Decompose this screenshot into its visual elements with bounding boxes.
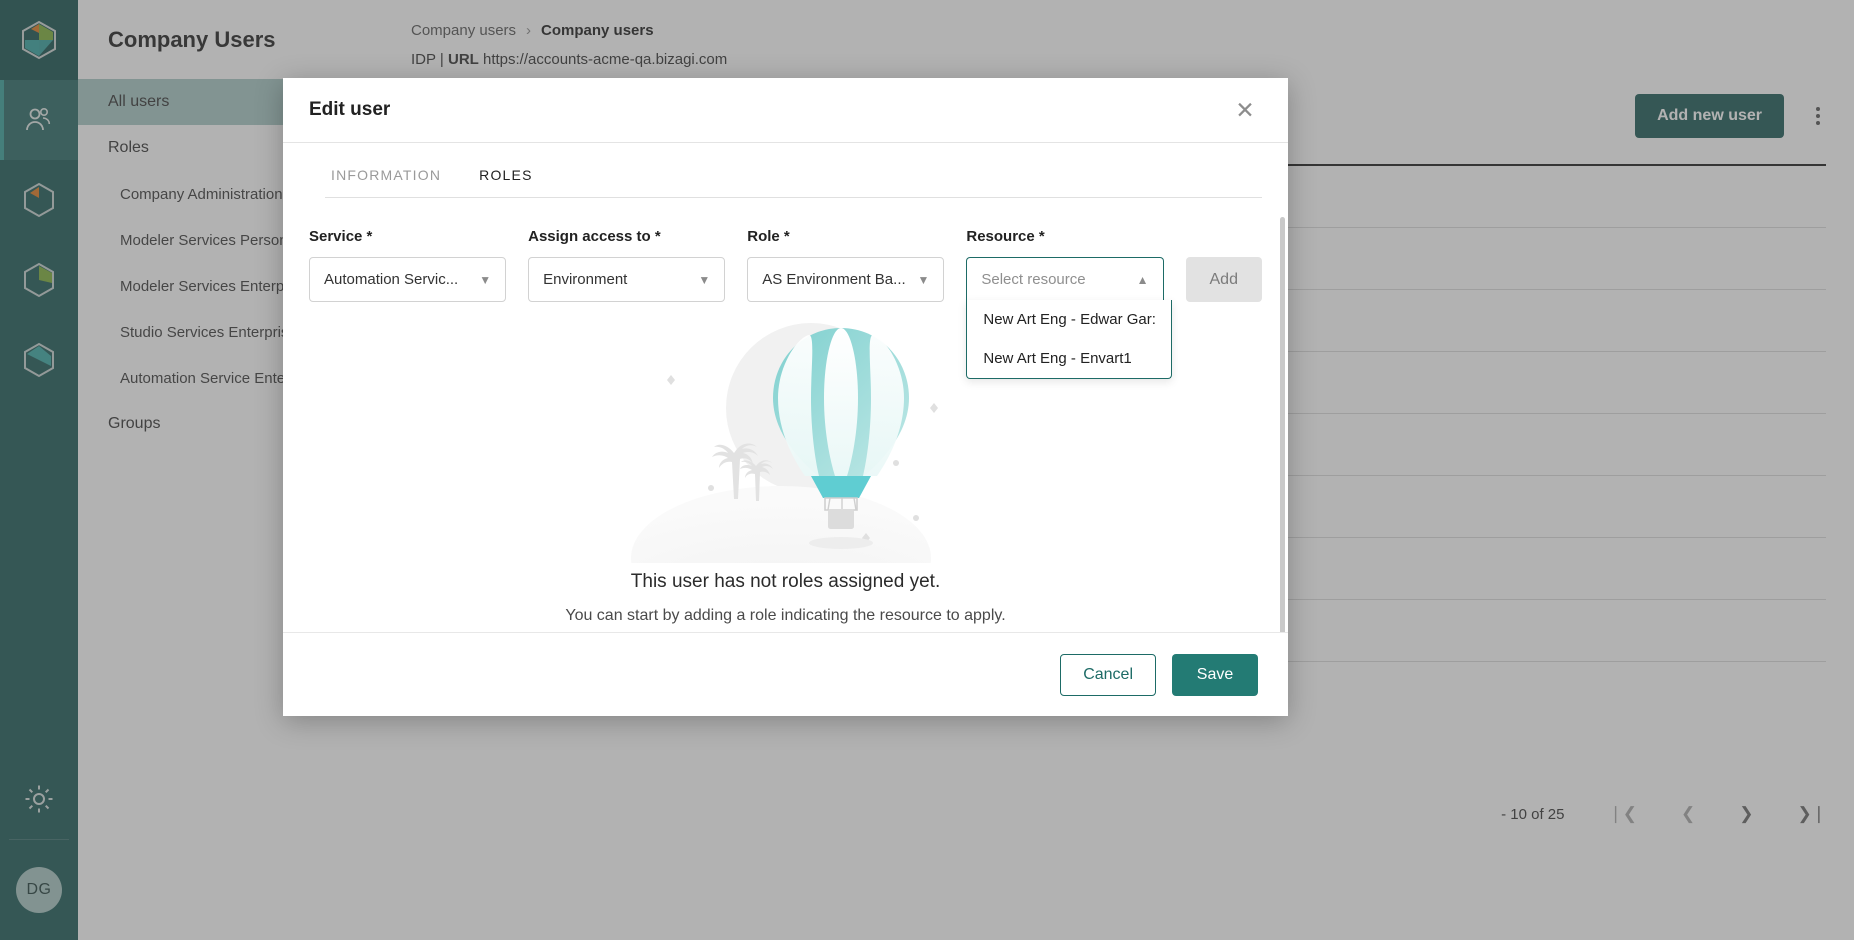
cancel-button[interactable]: Cancel (1060, 653, 1156, 696)
role-assignment-form: Service * Automation Servic... ▼ Assign … (283, 198, 1288, 379)
service-value: Automation Servic... (324, 271, 459, 288)
edit-user-modal: Edit user ✕ INFORMATION ROLES Service * … (283, 78, 1288, 716)
service-field: Service * Automation Servic... ▼ (309, 228, 507, 302)
chevron-down-icon: ▼ (917, 272, 930, 287)
assign-access-field: Assign access to * Environment ▼ (528, 228, 726, 302)
modal-scrollbar[interactable] (1280, 217, 1285, 632)
service-label: Service * (309, 228, 373, 245)
resource-label: Resource * (966, 228, 1045, 245)
empty-state-sub: You can start by adding a role indicatin… (565, 607, 1006, 624)
modal-title: Edit user (309, 99, 391, 120)
chevron-down-icon: ▼ (698, 272, 711, 287)
role-field: Role * AS Environment Ba... ▼ (747, 228, 945, 302)
tab-information[interactable]: INFORMATION (325, 161, 455, 197)
hot-air-balloon-illustration (630, 323, 938, 563)
chevron-up-icon: ▲ (1136, 272, 1149, 287)
resource-dropdown: New Art Eng - Edwar Gar: New Art Eng - E… (966, 300, 1173, 379)
app-root: DG Company Users All users Roles Company… (0, 0, 1854, 940)
modal-tabs: INFORMATION ROLES (283, 143, 1288, 197)
close-icon[interactable]: ✕ (1232, 97, 1258, 123)
resource-option[interactable]: New Art Eng - Edwar Gar: (967, 300, 1171, 339)
save-button[interactable]: Save (1172, 653, 1258, 696)
role-value: AS Environment Ba... (762, 271, 906, 288)
resource-field: Resource * Select resource ▲ New Art Eng… (966, 228, 1173, 379)
tab-roles[interactable]: ROLES (473, 161, 546, 197)
empty-state-heading: This user has not roles assigned yet. (630, 571, 941, 592)
modal-header: Edit user ✕ (283, 78, 1288, 143)
resource-placeholder: Select resource (981, 271, 1086, 288)
modal-footer: Cancel Save (283, 632, 1288, 716)
assign-access-label: Assign access to * (528, 228, 661, 245)
assign-access-value: Environment (543, 271, 628, 288)
modal-body: INFORMATION ROLES Service * Automation S… (283, 143, 1288, 632)
chevron-down-icon: ▼ (479, 272, 492, 287)
resource-option[interactable]: New Art Eng - Envart1 (967, 339, 1171, 378)
role-label: Role * (747, 228, 790, 245)
